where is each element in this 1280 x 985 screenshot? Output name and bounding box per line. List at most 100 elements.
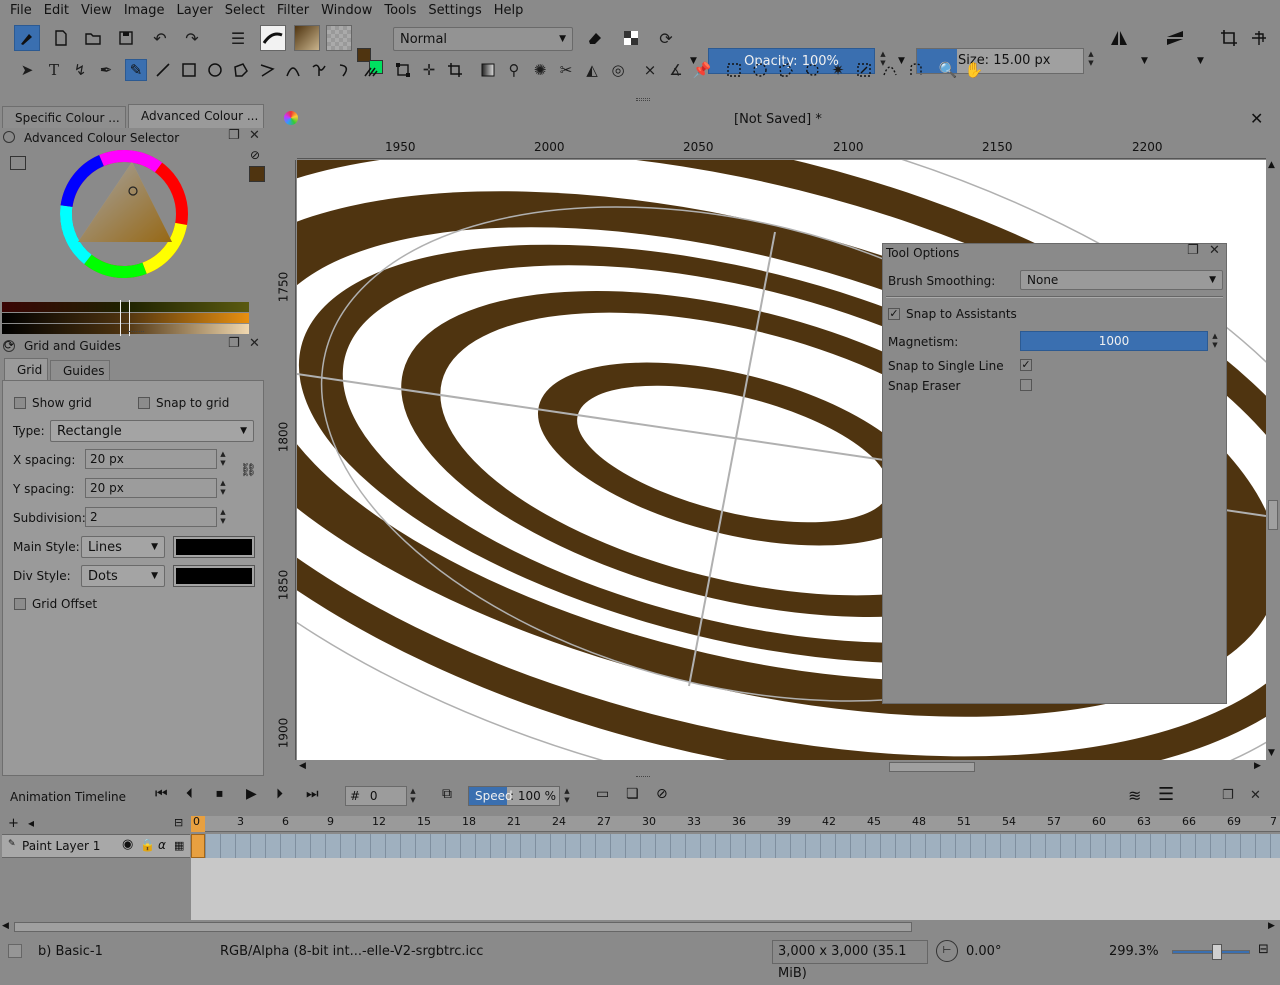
menu-edit[interactable]: Edit	[38, 0, 75, 22]
stop-icon[interactable]: ⏹	[216, 786, 223, 802]
preserve-alpha-button[interactable]	[618, 25, 644, 51]
float-icon[interactable]: ❐	[1187, 243, 1199, 258]
float-icon[interactable]: ❐	[1222, 788, 1234, 803]
main-style-select[interactable]: Lines ▼	[81, 536, 165, 558]
mirror-vertical-button[interactable]	[1162, 25, 1188, 51]
wrap-around-button[interactable]	[1246, 25, 1272, 51]
grid-offset-checkbox[interactable]	[14, 598, 26, 610]
dock-splitter-handle[interactable]	[636, 98, 650, 101]
alpha-lock-icon[interactable]: α	[158, 838, 166, 852]
undo-button[interactable]: ↶	[147, 25, 173, 51]
mirror-horizontal-button[interactable]	[1106, 25, 1132, 51]
timeline-scroll-thumb[interactable]	[14, 922, 912, 932]
contiguous-selection-tool[interactable]: ✷	[827, 59, 849, 81]
timeline-scrollbar[interactable]: ◀ ▶	[0, 920, 1280, 934]
first-frame-icon[interactable]: ⏮	[155, 786, 168, 802]
scroll-left-icon[interactable]: ◀	[299, 761, 306, 771]
select-shapes-tool[interactable]: ➤	[16, 59, 38, 81]
pan-tool[interactable]: ✋	[963, 59, 985, 81]
layer-settings-icon[interactable]: ⊟	[174, 816, 183, 829]
layer-options-icon[interactable]: ◂	[28, 816, 34, 830]
zoom-slider-handle[interactable]	[1212, 944, 1222, 960]
lock-icon[interactable]: 🔒	[140, 838, 155, 852]
similar-colour-selection-tool[interactable]	[853, 59, 875, 81]
timeline-menu-icon[interactable]: ☰	[1158, 784, 1174, 805]
next-frame-icon[interactable]: ⏵	[276, 786, 283, 802]
document-dimensions[interactable]: 3,000 x 3,000 (35.1 MiB)	[772, 940, 928, 981]
tab-guides[interactable]: Guides	[50, 360, 110, 380]
settings-list-icon[interactable]	[10, 156, 26, 170]
gear-icon[interactable]	[3, 340, 15, 352]
blending-options-button[interactable]: ☰	[225, 25, 251, 51]
frame-input[interactable]: # 0	[345, 786, 407, 806]
close-document-icon[interactable]: ✕	[1250, 109, 1263, 128]
tab-specific-colour[interactable]: Specific Colour ...	[2, 106, 126, 128]
scroll-right-icon[interactable]: ▶	[1268, 921, 1275, 931]
fill-tool[interactable]: ◭	[581, 59, 603, 81]
zoom-value[interactable]: 299.3%	[1109, 944, 1159, 959]
gradient-tool[interactable]	[477, 59, 499, 81]
reload-preset-button[interactable]: ⟳	[653, 25, 679, 51]
reset-icon[interactable]: ⊘	[250, 148, 260, 162]
enclose-fill-tool[interactable]: ◎	[607, 59, 629, 81]
save-button[interactable]	[113, 25, 139, 51]
zoom-tool[interactable]: 🔍	[937, 59, 959, 81]
bezier-selection-tool[interactable]	[879, 59, 901, 81]
menu-window[interactable]: Window	[315, 0, 378, 22]
menu-image[interactable]: Image	[118, 0, 171, 22]
line-tool[interactable]	[152, 59, 174, 81]
freehand-selection-tool[interactable]	[801, 59, 823, 81]
speed-spin[interactable]: ▲ ▼	[561, 787, 573, 805]
panel-splitter[interactable]	[128, 331, 144, 334]
multibrush-tool[interactable]	[360, 59, 382, 81]
crop-canvas-button[interactable]	[1216, 25, 1242, 51]
close-icon[interactable]: ✕	[249, 336, 260, 351]
last-frame-icon[interactable]: ⏭	[306, 786, 319, 802]
close-icon[interactable]: ✕	[249, 128, 260, 143]
x-spacing-spin[interactable]: ▲ ▼	[217, 450, 229, 468]
assistant-tool[interactable]: ⨯	[639, 59, 661, 81]
menu-settings[interactable]: Settings	[422, 0, 487, 22]
colorize-mask-tool[interactable]: ✺	[529, 59, 551, 81]
eraser-mode-button[interactable]	[582, 25, 608, 51]
speed-slider[interactable]: Speed : 100 %	[468, 786, 560, 806]
div-style-select[interactable]: Dots ▼	[81, 565, 165, 587]
onion-skins-icon[interactable]: ❏	[626, 786, 639, 802]
calligraphy-tool[interactable]: ✒	[95, 59, 117, 81]
horizontal-scroll-thumb[interactable]	[889, 762, 975, 772]
subdivision-input[interactable]: 2	[85, 507, 217, 527]
snap-to-grid-checkbox[interactable]	[138, 397, 150, 409]
main-colour-button[interactable]	[173, 536, 255, 558]
move-tool[interactable]: ✛	[418, 59, 440, 81]
menu-file[interactable]: File	[4, 0, 38, 22]
y-spacing-spin[interactable]: ▲ ▼	[217, 479, 229, 497]
gear-icon[interactable]	[3, 131, 15, 143]
grid-type-select[interactable]: Rectangle ▼	[50, 420, 254, 442]
gradient-preset-button[interactable]	[294, 25, 320, 51]
freehand-path-tool[interactable]	[308, 59, 330, 81]
menu-select[interactable]: Select	[219, 0, 271, 22]
float-icon[interactable]: ❐	[228, 128, 240, 143]
layer-row[interactable]: ✎ Paint Layer 1 ◉ 🔒 α ▦	[2, 834, 190, 858]
polyline-tool[interactable]	[256, 59, 278, 81]
drop-frames-icon[interactable]: ⧉	[442, 786, 452, 802]
fit-view-icon[interactable]: ⊟	[1258, 942, 1269, 957]
current-colour-swatch[interactable]	[249, 166, 265, 182]
snap-single-line-checkbox[interactable]: ✓	[1020, 359, 1032, 371]
vertical-scroll-thumb[interactable]	[1268, 500, 1278, 530]
magnetic-selection-tool[interactable]	[905, 59, 927, 81]
menu-tools[interactable]: Tools	[378, 0, 422, 22]
current-frame-cell[interactable]	[191, 834, 205, 858]
onion-skin-toggle-icon[interactable]: ▦	[174, 839, 184, 852]
scroll-down-icon[interactable]: ▼	[1268, 748, 1275, 758]
float-icon[interactable]: ❐	[228, 336, 240, 351]
chain-link-icon[interactable]: ⛓	[240, 463, 257, 478]
visibility-icon[interactable]: ◉	[122, 837, 133, 852]
close-icon[interactable]: ✕	[1250, 788, 1261, 803]
polygon-tool[interactable]	[230, 59, 252, 81]
rectangle-tool[interactable]	[178, 59, 200, 81]
brush-presets-button[interactable]	[14, 25, 40, 51]
x-spacing-input[interactable]: 20 px	[85, 449, 217, 469]
magnetism-slider[interactable]: 1000	[1020, 331, 1208, 351]
crop-tool[interactable]	[444, 59, 466, 81]
